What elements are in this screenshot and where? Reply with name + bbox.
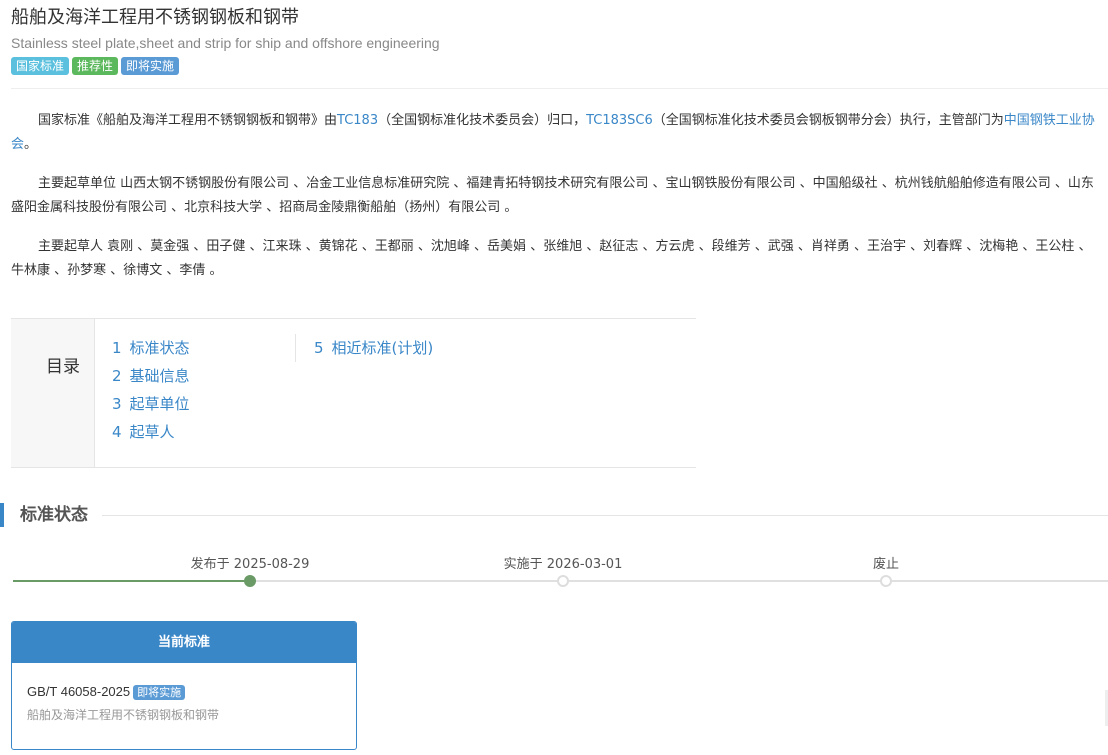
toc-item-number: 2: [112, 367, 122, 385]
toc-column-2: 5 相近标准(计划): [295, 334, 433, 362]
status-timeline: 发布于 2025-08-29 实施于 2026-03-01 废止: [13, 550, 1108, 590]
card-header: 当前标准: [12, 622, 356, 663]
intro-text: （全国钢标准化技术委员会钢板钢带分会）执行，主管部门为: [652, 113, 1004, 128]
toc-item-label: 起草单位: [129, 395, 190, 413]
status-section-header: 标准状态: [0, 503, 1108, 527]
toc-item-number: 3: [112, 395, 122, 413]
toc-item-drafters[interactable]: 4 起草人: [112, 418, 190, 446]
timeline-label-published: 发布于 2025-08-29: [190, 557, 310, 572]
toc-column-1: 1 标准状态 2 基础信息 3 起草单位 4 起草人: [112, 334, 190, 446]
toc-item-number: 4: [112, 423, 122, 441]
tc183sc6-link[interactable]: TC183SC6: [586, 113, 653, 128]
national-standard-badge: 国家标准: [11, 57, 70, 75]
timeline-progress: [13, 580, 250, 582]
toc-item-drafting-units[interactable]: 3 起草单位: [112, 390, 190, 418]
toc-heading: 目录: [46, 357, 80, 377]
standard-code[interactable]: GB/T 46058-2025: [27, 684, 130, 699]
intro-text: （全国钢标准化技术委员会）归口，: [378, 113, 587, 128]
timeline-dot-implemented: [557, 575, 569, 587]
standard-name: 船舶及海洋工程用不锈钢钢板和钢带: [27, 708, 220, 722]
timeline-dot-abolished: [880, 575, 892, 587]
toc-item-label: 相近标准(计划): [331, 339, 434, 357]
toc-item-label: 起草人: [129, 423, 175, 441]
toc-item-number: 1: [112, 339, 122, 357]
page-title: 船舶及海洋工程用不锈钢钢板和钢带: [11, 7, 299, 28]
toc-item-label: 基础信息: [129, 367, 190, 385]
timeline-label-implemented: 实施于 2026-03-01: [503, 557, 623, 572]
standard-header: 船舶及海洋工程用不锈钢钢板和钢带 Stainless steel plate,s…: [11, 6, 440, 75]
badge-row: 国家标准 推荐性 即将实施: [11, 57, 440, 75]
header-divider: [11, 88, 1108, 89]
tc183-link[interactable]: TC183: [337, 113, 378, 128]
toc-item-number: 5: [314, 339, 324, 357]
drafters-paragraph: 主要起草人 袁刚 、莫金强 、田子健 、江来珠 、黄锦花 、王都丽 、沈旭峰 、…: [11, 239, 1092, 278]
toc-heading-cell: 目录: [11, 319, 95, 467]
timeline-label-abolished: 废止: [872, 557, 900, 572]
current-standard-card[interactable]: 当前标准 GB/T 46058-2025 即将实施 船舶及海洋工程用不锈钢钢板和钢…: [11, 621, 357, 750]
section-accent-bar: [0, 503, 4, 527]
section-divider: [102, 515, 1108, 516]
intro-text: 。: [24, 137, 38, 152]
intro-paragraph: 国家标准《船舶及海洋工程用不锈钢钢板和钢带》由TC183（全国钢标准化技术委员会…: [11, 109, 1101, 157]
toc-item-label: 标准状态: [129, 339, 190, 357]
timeline-dot-published: [244, 575, 256, 587]
standard-code-line: GB/T 46058-2025 即将实施: [27, 683, 341, 701]
intro-text: 国家标准《船舶及海洋工程用不锈钢钢板和钢带》由: [38, 113, 338, 128]
section-title: 标准状态: [20, 505, 88, 525]
card-body: GB/T 46058-2025 即将实施 船舶及海洋工程用不锈钢钢板和钢带: [12, 663, 356, 743]
upcoming-badge: 即将实施: [121, 57, 180, 75]
table-of-contents: 目录 1 标准状态 2 基础信息 3 起草单位 4 起草人 5 相近标准(计划): [11, 318, 696, 468]
toc-item-status[interactable]: 1 标准状态: [112, 334, 190, 362]
toc-item-similar-standards[interactable]: 5 相近标准(计划): [314, 334, 433, 362]
english-subtitle: Stainless steel plate,sheet and strip fo…: [11, 35, 440, 51]
toc-item-basic-info[interactable]: 2 基础信息: [112, 362, 190, 390]
upcoming-status-badge: 即将实施: [133, 685, 186, 700]
drafting-units-paragraph: 主要起草单位 山西太钢不锈钢股份有限公司 、冶金工业信息标准研究院 、福建青拓特…: [11, 176, 1094, 215]
recommended-badge: 推荐性: [72, 57, 119, 75]
